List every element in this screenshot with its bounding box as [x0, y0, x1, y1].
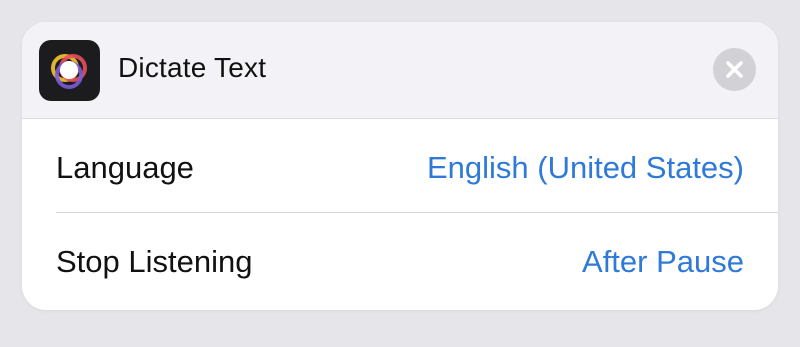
stop-listening-label: Stop Listening	[56, 244, 253, 279]
language-row[interactable]: Language English (United States)	[22, 119, 778, 213]
stop-listening-value[interactable]: After Pause	[582, 244, 744, 280]
action-header: Dictate Text	[22, 22, 778, 119]
close-button[interactable]	[713, 48, 756, 91]
language-label: Language	[56, 150, 194, 185]
dictate-app-icon	[39, 40, 100, 101]
close-icon	[726, 61, 743, 78]
stop-listening-row[interactable]: Stop Listening After Pause	[22, 213, 778, 307]
action-title: Dictate Text	[118, 52, 267, 83]
language-value[interactable]: English (United States)	[427, 150, 744, 186]
action-card: Dictate Text Language English (United St…	[22, 22, 778, 310]
